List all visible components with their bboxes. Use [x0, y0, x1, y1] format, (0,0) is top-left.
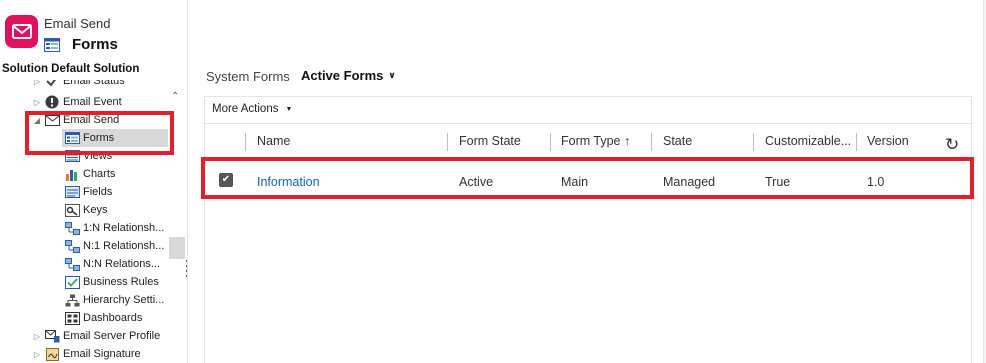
key-icon — [64, 203, 80, 217]
highlight-box-tree — [25, 111, 174, 155]
entity-name: Email Send — [44, 16, 111, 31]
tree-item-label: Dashboards — [83, 312, 143, 324]
relationship-icon — [64, 221, 80, 235]
tree-item-label: Keys — [83, 204, 108, 216]
tree-item-email-server-profile[interactable]: ▷ Email Server Profile — [32, 327, 160, 345]
form-icon — [44, 38, 60, 55]
pane-resize-grip[interactable] — [186, 260, 187, 280]
column-header-form-state[interactable]: Form State — [459, 134, 521, 148]
server-profile-icon — [44, 329, 60, 343]
tree-item-label: Hierarchy Setti... — [83, 294, 165, 306]
fields-icon — [64, 185, 80, 199]
tree-item-hierarchy-setti[interactable]: Hierarchy Setti... — [62, 291, 164, 309]
column-separator — [245, 133, 246, 151]
relationship-icon — [64, 257, 80, 271]
hierarchy-icon — [64, 293, 80, 307]
tree-item-charts[interactable]: Charts — [62, 165, 115, 183]
status-icon — [44, 80, 60, 88]
tree-item-label: Fields — [83, 186, 113, 198]
tree-item-label: Business Rules — [83, 276, 159, 288]
app-window: Email Send Forms ▷ Email Status ▷ Email Eve… — [0, 0, 986, 363]
refresh-icon[interactable]: ↻ — [945, 135, 959, 155]
tree-item-1-n-relationsh[interactable]: 1:N Relationsh... — [62, 219, 164, 237]
tree-item-email-signature[interactable]: ▷ Email Signature — [32, 345, 141, 363]
tree-item-label: Email Status — [63, 80, 125, 87]
view-selector[interactable]: Active Forms ∨ — [301, 68, 396, 83]
expand-triangle-icon[interactable]: ▷ — [32, 80, 42, 86]
solution-label: Solution Default Solution — [0, 63, 187, 79]
column-header-version[interactable]: Version — [867, 134, 909, 148]
email-app-icon — [5, 15, 38, 48]
tree-item-label: Email Server Profile — [63, 330, 161, 342]
column-separator — [447, 133, 448, 151]
column-header-state[interactable]: State — [663, 134, 692, 148]
scroll-up-icon[interactable]: ⌃ — [171, 91, 183, 102]
tree-item-label: Charts — [83, 168, 116, 180]
more-actions-label: More Actions — [212, 103, 279, 115]
rules-icon — [64, 275, 80, 289]
column-header-name[interactable]: Name — [257, 134, 290, 148]
view-selector-label: Active Forms — [301, 68, 384, 83]
dashboard-icon — [64, 311, 80, 325]
tree-item-label: N:1 Relationsh... — [83, 240, 165, 252]
chart-icon — [64, 167, 80, 181]
tree-item-label: Email Signature — [63, 348, 141, 360]
tree-item-label: 1:N Relationsh... — [83, 222, 165, 234]
tree-item-n-1-relationsh[interactable]: N:1 Relationsh... — [62, 237, 164, 255]
tree-item-label: Email Event — [63, 96, 122, 108]
column-header-customizable[interactable]: Customizable... — [765, 134, 851, 148]
more-actions-button[interactable]: More Actions ▼ — [212, 103, 292, 115]
highlight-box-row — [201, 157, 974, 199]
forms-grid: More Actions ▼ Name Form State Form Type… — [204, 96, 972, 363]
tree-item-email-event[interactable]: ▷ Email Event — [32, 93, 122, 111]
expand-triangle-icon[interactable]: ▷ — [32, 98, 42, 107]
expand-triangle-icon[interactable]: ▷ — [32, 332, 42, 341]
navigation-pane: Email Send Forms ▷ Email Status ▷ Email Eve… — [0, 0, 188, 363]
expand-triangle-icon[interactable]: ▷ — [32, 350, 42, 359]
signature-icon — [44, 347, 60, 361]
column-separator — [651, 133, 652, 151]
chevron-down-icon: ∨ — [388, 70, 396, 80]
column-separator — [753, 133, 754, 151]
relationship-icon — [64, 239, 80, 253]
tree-item-email-status[interactable]: ▷ Email Status — [32, 80, 125, 90]
tree-item-business-rules[interactable]: Business Rules — [62, 273, 159, 291]
column-separator — [550, 133, 551, 151]
column-header-form-type[interactable]: Form Type ↑ — [561, 134, 630, 148]
tree-item-label: N:N Relations... — [83, 258, 161, 270]
column-separator — [856, 133, 857, 151]
tree-scrollbar-thumb[interactable] — [169, 237, 185, 259]
tree-item-fields[interactable]: Fields — [62, 183, 112, 201]
page-title: Forms — [72, 36, 118, 53]
tree-item-dashboards[interactable]: Dashboards — [62, 309, 142, 327]
tree-item-keys[interactable]: Keys — [62, 201, 107, 219]
caret-down-icon: ▼ — [285, 105, 293, 113]
system-forms-label: System Forms — [206, 69, 290, 84]
toolbar-divider — [205, 123, 971, 124]
info-icon — [44, 95, 60, 109]
tree-item-n-n-relations[interactable]: N:N Relations... — [62, 255, 160, 273]
